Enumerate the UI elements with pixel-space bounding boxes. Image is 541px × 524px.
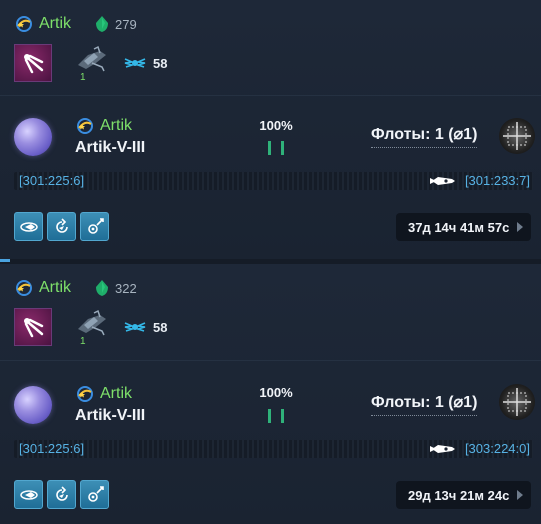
origin-coordinates[interactable]: [301:225:6] [19, 441, 84, 456]
separator-accent [0, 259, 10, 262]
target-owner: Artik [75, 384, 132, 404]
planet-avatar[interactable] [14, 118, 52, 156]
timer-text: 29д 13ч 21м 24с [408, 487, 510, 503]
alliance-swirl-icon [16, 16, 32, 32]
status-bars [268, 141, 284, 155]
origin-coordinates[interactable]: [301:225:6] [19, 173, 84, 188]
fleet-settings-button[interactable] [80, 480, 109, 509]
winged-power-icon [124, 58, 146, 68]
fleet-composition: 1 58 [14, 308, 168, 347]
completion-percent: 100% [259, 385, 293, 400]
section-divider [0, 95, 541, 96]
target-owner-name[interactable]: Artik [100, 117, 132, 135]
arrival-timer[interactable]: 37д 14ч 41м 57с [396, 213, 531, 241]
route-ship-icon [430, 445, 455, 453]
target-owner: Artik [75, 116, 132, 136]
ship-icon [78, 309, 106, 336]
orbit-action-icon [19, 489, 38, 500]
target-crosshair-icon[interactable] [499, 384, 535, 420]
timer-text: 37д 14ч 41м 57с [408, 219, 510, 235]
ship-icon [78, 45, 106, 72]
owner-name[interactable]: Artik [39, 15, 71, 33]
mission-card[interactable]: Artik 322 1 58 Artik Artik-V-III 100% Фл… [0, 264, 541, 524]
winged-power-icon [124, 322, 146, 332]
mission-header: Artik 279 [14, 12, 137, 36]
planet-name[interactable]: Artik-V-III [75, 139, 145, 157]
resource-value: 322 [115, 280, 137, 296]
ship-count: 1 [80, 336, 86, 347]
target-crosshair-icon[interactable] [499, 118, 535, 154]
completion-percent: 100% [259, 118, 293, 133]
alliance-swirl-icon [77, 386, 93, 402]
action-buttons [14, 480, 109, 509]
return-action-button[interactable] [47, 480, 76, 509]
target-owner-name[interactable]: Artik [100, 385, 132, 403]
destination-coordinates[interactable]: [303:224:0] [465, 441, 530, 456]
resource-value: 279 [115, 16, 137, 32]
power-value: 58 [153, 55, 168, 71]
power-value: 58 [153, 319, 168, 335]
return-action-button[interactable] [47, 212, 76, 241]
ship-stack[interactable]: 1 [74, 45, 110, 83]
status-bars [268, 409, 284, 423]
route-bar: [301:225:6] [301:233:7] [14, 172, 533, 190]
ship-count: 1 [80, 72, 86, 83]
fleet-composition: 1 58 [14, 44, 168, 83]
arrival-timer[interactable]: 29д 13ч 21м 24с [396, 481, 531, 509]
action-buttons [14, 212, 109, 241]
orbit-action-button[interactable] [14, 480, 43, 509]
mission-type-icon[interactable] [14, 308, 52, 346]
fleets-count[interactable]: Флоты: 1 (⌀1) [371, 392, 478, 416]
destination-coordinates[interactable]: [301:233:7] [465, 173, 530, 188]
return-action-icon [55, 217, 68, 233]
chevron-right-icon [517, 222, 523, 232]
green-crystal-icon [96, 16, 108, 32]
owner-name[interactable]: Artik [39, 279, 71, 297]
orbit-action-button[interactable] [14, 212, 43, 241]
chevron-right-icon [517, 490, 523, 500]
planet-name[interactable]: Artik-V-III [75, 407, 145, 425]
return-action-icon [55, 485, 68, 501]
green-crystal-icon [96, 280, 108, 296]
fleet-settings-icon [87, 217, 104, 234]
alliance-swirl-icon [77, 118, 93, 134]
mission-type-icon[interactable] [14, 44, 52, 82]
fleet-settings-icon [87, 485, 104, 502]
alliance-swirl-icon [16, 280, 32, 296]
route-bar: [301:225:6] [303:224:0] [14, 440, 533, 458]
route-ship-icon [430, 177, 455, 185]
ship-stack[interactable]: 1 [74, 309, 110, 347]
fleet-settings-button[interactable] [80, 212, 109, 241]
fleets-count[interactable]: Флоты: 1 (⌀1) [371, 124, 478, 148]
orbit-action-icon [19, 221, 38, 232]
mission-card[interactable]: Artik 279 1 58 Artik Artik-V-III 100% Фл… [0, 0, 541, 259]
section-divider [0, 360, 541, 361]
planet-avatar[interactable] [14, 386, 52, 424]
mission-header: Artik 322 [14, 276, 137, 300]
